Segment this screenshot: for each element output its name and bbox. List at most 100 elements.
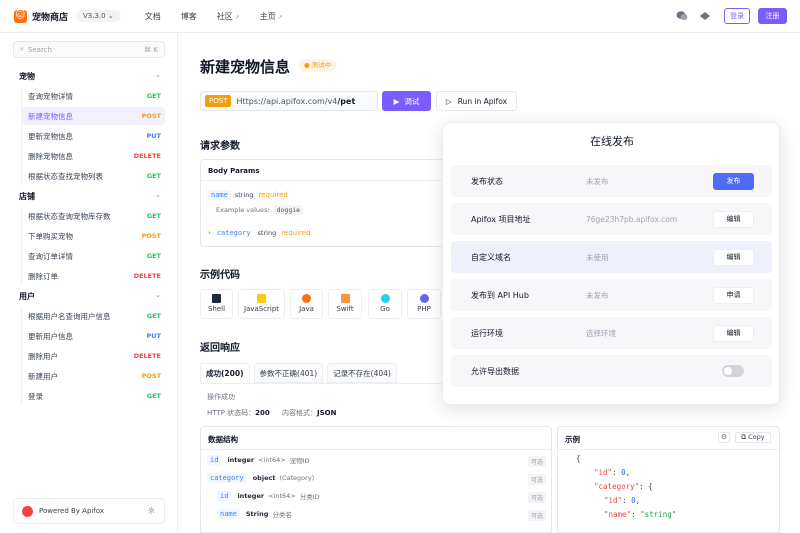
response-title: 返回响应: [200, 343, 240, 354]
json-line: "id": 0,: [604, 496, 641, 505]
body-params-label: Body Params: [208, 167, 260, 175]
chevron-down-icon: ⌄: [155, 71, 161, 79]
sidebar-item-place-order[interactable]: 下单购买宠物 POST: [21, 227, 165, 245]
method-badge: POST: [141, 232, 161, 240]
register-button[interactable]: 注册: [758, 8, 787, 24]
field-desc: 分类名: [272, 511, 292, 519]
play-outline-icon: ▷: [445, 96, 452, 106]
nav-blog[interactable]: 博客: [181, 11, 197, 22]
chevron-down-icon: ⌄: [155, 191, 161, 199]
sidebar-item-get-pet[interactable]: 查询宠物详情 GET: [21, 87, 165, 105]
sidebar-item-create-pet[interactable]: 新建宠物信息 POST: [21, 107, 165, 125]
edit-environment-button[interactable]: 编辑: [713, 324, 754, 342]
field-format: (Category): [279, 474, 315, 482]
request-url-bar[interactable]: POST Https://api.apifox.com/v4/pet: [200, 91, 378, 111]
settings-icon[interactable]: ⚙: [718, 432, 730, 443]
sidebar-item-update-pet[interactable]: 更新宠物信息 PUT: [21, 127, 165, 145]
row-value: 未发布: [586, 176, 609, 186]
example-code-title: 示例代码: [200, 270, 240, 281]
apply-button[interactable]: 申请: [713, 286, 754, 304]
example-value: doggie: [273, 205, 304, 215]
chevron-right-icon[interactable]: ›: [208, 229, 211, 237]
sidebar-item-delete-user[interactable]: 删除用户 DELETE: [21, 347, 165, 365]
lang-shell[interactable]: Shell: [200, 289, 233, 319]
method-badge: DELETE: [133, 352, 161, 360]
row-value: 76ge23h7pb.apifox.com: [586, 214, 678, 224]
data-structure-title: 数据结构: [208, 435, 238, 444]
nav-community[interactable]: 社区 ↗: [217, 11, 240, 22]
data-row: id integer <int64> 宠物ID: [207, 455, 310, 465]
edit-address-button[interactable]: 编辑: [713, 210, 754, 228]
sidebar-item-get-order[interactable]: 查询订单详情 GET: [21, 247, 165, 265]
optional-badge: 可选: [528, 474, 547, 485]
login-button[interactable]: 登录: [724, 8, 750, 24]
search-input[interactable]: ⌕ Search ⌘ K: [13, 41, 165, 58]
field-type: object: [252, 474, 276, 482]
copy-button[interactable]: ⧉ Copy: [735, 432, 771, 443]
item-label: 根据状态查找宠物列表: [28, 171, 103, 181]
method-badge: GET: [146, 172, 161, 180]
pet-store-logo-icon[interactable]: 🐱: [14, 9, 27, 23]
param-type: string: [257, 229, 277, 237]
json-line: "name": "string": [604, 510, 677, 519]
sidebar-item-create-user[interactable]: 新建用户 POST: [21, 367, 165, 385]
row-label: 自定义域名: [471, 252, 511, 262]
nav-docs[interactable]: 文档: [145, 11, 161, 22]
brand-name[interactable]: 宠物商店: [32, 10, 68, 23]
sidebar-group-pets[interactable]: 宠物 ⌄: [19, 71, 161, 82]
community-icon[interactable]: [698, 10, 712, 22]
nav-home[interactable]: 主页 ↗: [260, 11, 283, 22]
optional-badge: 可选: [528, 456, 547, 467]
sidebar-item-login[interactable]: 登录 GET: [21, 387, 165, 405]
lang-go[interactable]: Go: [368, 289, 402, 319]
wechat-icon[interactable]: [675, 10, 689, 22]
sidebar-group-store[interactable]: 店铺 ⌄: [19, 191, 161, 202]
lang-swift[interactable]: Swift: [328, 289, 362, 319]
search-placeholder: Search: [27, 45, 52, 54]
item-label: 更新宠物信息: [28, 131, 73, 141]
sidebar-item-delete-pet[interactable]: 删除宠物信息 DELETE: [21, 147, 165, 165]
publish-button[interactable]: 发布: [713, 172, 754, 190]
debug-button[interactable]: ▶ 调试: [382, 91, 431, 111]
method-badge: POST: [141, 112, 161, 120]
sidebar-item-get-user[interactable]: 根据用户名查询用户信息 GET: [21, 307, 165, 325]
powered-by-apifox[interactable]: Powered By Apifox ☼: [13, 498, 165, 524]
field-name: name: [217, 509, 240, 519]
edit-domain-button[interactable]: 编辑: [713, 248, 754, 266]
sidebar-item-update-user[interactable]: 更新用户信息 PUT: [21, 327, 165, 345]
json-brace: {: [576, 454, 581, 463]
item-label: 删除宠物信息: [28, 151, 73, 161]
content-format-value: JSON: [317, 409, 337, 417]
lang-javascript[interactable]: JavaScript: [238, 289, 285, 319]
tab-200[interactable]: 成功(200): [200, 363, 250, 383]
data-row[interactable]: category object (Category): [207, 473, 314, 483]
row-value: 未发布: [586, 290, 609, 300]
field-type: integer: [227, 456, 255, 464]
example-title: 示例: [565, 435, 580, 444]
run-in-apifox-button[interactable]: ▷ Run in Apifox: [436, 91, 517, 111]
lang-java[interactable]: Java: [290, 289, 323, 319]
dialog-row-api-hub: 发布到 API Hub 未发布 申请: [451, 279, 772, 311]
sidebar-item-inventory[interactable]: 根据状态查询宠物库存数 GET: [21, 207, 165, 225]
export-toggle[interactable]: [722, 365, 744, 377]
param-name[interactable]: category: [214, 228, 254, 238]
json-line: "id": 0,: [594, 468, 631, 477]
field-desc: 分类ID: [299, 493, 320, 501]
tab-404[interactable]: 记录不存在(404): [327, 363, 397, 383]
sidebar-item-find-by-status[interactable]: 根据状态查找宠物列表 GET: [21, 167, 165, 185]
online-publish-dialog: 在线发布 发布状态 未发布 发布 Apifox 项目地址 76ge23h7pb.…: [442, 122, 780, 405]
version-selector[interactable]: V3.3.0 ⌄: [76, 10, 121, 22]
sidebar-group-users[interactable]: 用户 ⌄: [19, 291, 161, 302]
lang-php[interactable]: PHP: [407, 289, 441, 319]
dialog-row-export: 允许导出数据: [451, 355, 772, 387]
theme-toggle-sun-icon[interactable]: ☼: [147, 506, 156, 517]
tab-401[interactable]: 参数不正确(401): [253, 363, 324, 383]
go-icon: [380, 294, 390, 303]
sidebar-item-delete-order[interactable]: 删除订单 DELETE: [21, 267, 165, 285]
version-label: V3.3.0: [83, 12, 106, 20]
row-label: 发布状态: [471, 176, 503, 186]
powered-by-label: Powered By Apifox: [39, 507, 105, 515]
lang-label: JavaScript: [243, 305, 280, 313]
response-meta: HTTP 状态码：200 内容格式：JSON: [207, 408, 336, 418]
run-label: Run in Apifox: [457, 96, 508, 106]
